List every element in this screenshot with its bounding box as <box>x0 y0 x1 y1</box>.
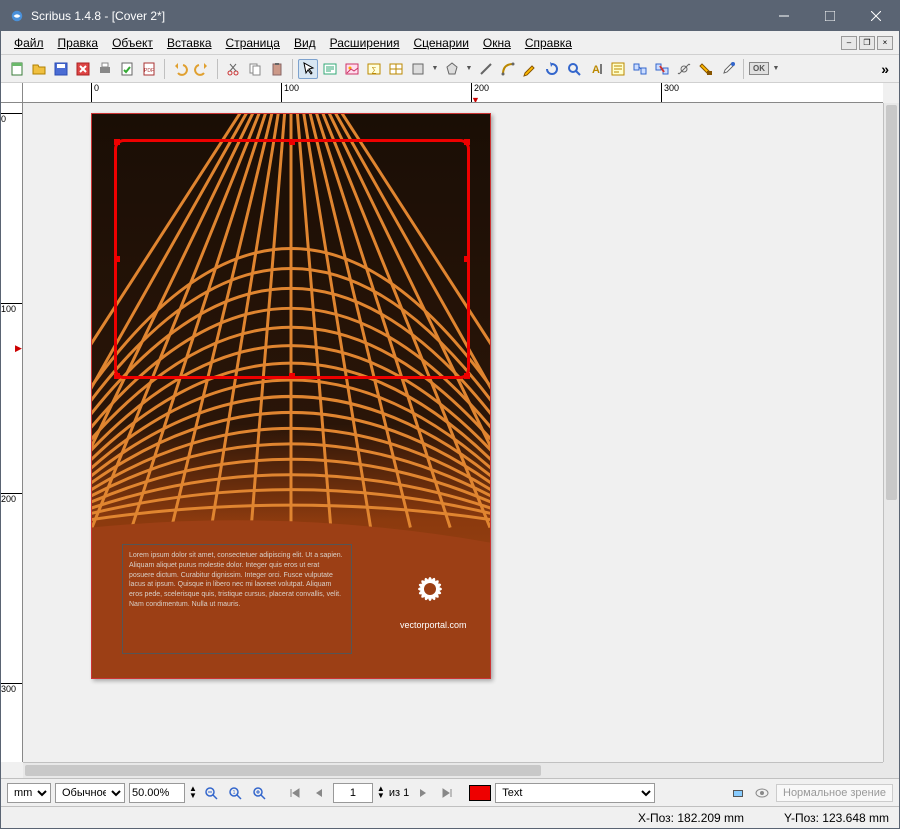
scrollbar-horizontal[interactable] <box>23 762 883 778</box>
titlebar: Scribus 1.4.8 - [Cover 2*] <box>1 1 899 31</box>
statusbar-coords: X-Поз: 182.209 mm Y-Поз: 123.648 mm <box>1 806 899 828</box>
print-button[interactable] <box>95 59 115 79</box>
svg-text:1: 1 <box>233 790 236 796</box>
mdi-close-button[interactable]: × <box>877 36 893 50</box>
select-tool[interactable] <box>298 59 318 79</box>
story-editor-tool[interactable] <box>608 59 628 79</box>
layer-color-swatch[interactable] <box>469 785 491 801</box>
paste-button[interactable] <box>267 59 287 79</box>
shape-tool[interactable] <box>408 59 428 79</box>
menu-view[interactable]: Вид <box>287 34 323 52</box>
page-input[interactable] <box>333 783 373 803</box>
quality-select[interactable]: Обычное <box>55 783 125 803</box>
zoom-in-button[interactable] <box>249 783 269 803</box>
ruler-horizontal[interactable]: 0 100 200 300 ▼ <box>23 83 883 103</box>
close-doc-button[interactable] <box>73 59 93 79</box>
menu-help[interactable]: Справка <box>518 34 579 52</box>
statusbar-controls: mm Обычное ▲▼ 1 ▲▼ из 1 Text Нормальное … <box>1 778 899 806</box>
cms-toggle-icon[interactable] <box>728 783 748 803</box>
layer-select[interactable]: Text <box>495 783 655 803</box>
vision-mode-select[interactable]: Нормальное зрение <box>776 784 893 802</box>
menu-edit[interactable]: Правка <box>51 34 106 52</box>
logo-text: vectorportal.com <box>400 620 467 630</box>
image-frame-tool[interactable] <box>342 59 362 79</box>
page-spinner[interactable]: ▲▼ <box>377 786 385 799</box>
menubar: Файл Правка Объект Вставка Страница Вид … <box>1 31 899 55</box>
logo: vectorportal.com <box>400 564 460 630</box>
shape-dropdown[interactable]: ▼ <box>430 65 440 72</box>
bezier-tool[interactable] <box>498 59 518 79</box>
open-button[interactable] <box>29 59 49 79</box>
ruler-origin[interactable] <box>1 83 23 103</box>
copy-props-tool[interactable] <box>696 59 716 79</box>
window-title: Scribus 1.4.8 - [Cover 2*] <box>31 9 761 23</box>
preview-toggle-icon[interactable] <box>752 783 772 803</box>
canvas[interactable]: Lorem ipsum dolor sit amet, consectetuer… <box>23 103 883 762</box>
mdi-minimize-button[interactable]: – <box>841 36 857 50</box>
edit-text-tool[interactable]: A <box>586 59 606 79</box>
pdf-tools-dropdown[interactable]: ▼ <box>771 65 781 72</box>
measure-tool[interactable] <box>674 59 694 79</box>
menu-page[interactable]: Страница <box>219 34 287 52</box>
pdf-tools-button[interactable]: OK <box>749 59 769 79</box>
maximize-button[interactable] <box>807 1 853 31</box>
page-total-label: из 1 <box>389 787 409 799</box>
render-frame-tool[interactable]: ∑ <box>364 59 384 79</box>
flower-icon <box>405 564 455 614</box>
menu-scripts[interactable]: Сценарии <box>406 34 475 52</box>
new-button[interactable] <box>7 59 27 79</box>
app-icon <box>9 8 25 24</box>
toolbar-overflow[interactable]: » <box>877 61 893 77</box>
menu-insert[interactable]: Вставка <box>160 34 219 52</box>
svg-text:PDF: PDF <box>144 68 154 74</box>
undo-button[interactable] <box>170 59 190 79</box>
svg-text:∑: ∑ <box>372 67 377 74</box>
last-page-button[interactable] <box>437 783 457 803</box>
mdi-restore-button[interactable]: ❐ <box>859 36 875 50</box>
svg-text:A: A <box>592 64 600 76</box>
menu-file[interactable]: Файл <box>7 34 51 52</box>
x-pos-readout: X-Поз: 182.209 mm <box>638 811 744 825</box>
menu-windows[interactable]: Окна <box>476 34 518 52</box>
close-button[interactable] <box>853 1 899 31</box>
first-page-button[interactable] <box>285 783 305 803</box>
rotate-tool[interactable] <box>542 59 562 79</box>
table-tool[interactable] <box>386 59 406 79</box>
scroll-corner <box>883 762 899 778</box>
y-pos-readout: Y-Поз: 123.648 mm <box>784 811 889 825</box>
polygon-tool[interactable] <box>442 59 462 79</box>
zoom-100-button[interactable]: 1 <box>225 783 245 803</box>
preflight-button[interactable] <box>117 59 137 79</box>
next-page-button[interactable] <box>413 783 433 803</box>
menu-object[interactable]: Объект <box>105 34 160 52</box>
link-text-tool[interactable] <box>630 59 650 79</box>
minimize-button[interactable] <box>761 1 807 31</box>
pdf-button[interactable]: PDF <box>139 59 159 79</box>
toolbar: PDF ∑ ▼ ▼ A OK ▼ » <box>1 55 899 83</box>
ruler-vertical[interactable]: 0 100 200 300 ▶ <box>1 103 23 762</box>
redo-button[interactable] <box>192 59 212 79</box>
eyedropper-tool[interactable] <box>718 59 738 79</box>
page[interactable]: Lorem ipsum dolor sit amet, consectetuer… <box>91 113 491 679</box>
copy-button[interactable] <box>245 59 265 79</box>
zoom-spinner[interactable]: ▲▼ <box>189 786 197 799</box>
unlink-text-tool[interactable] <box>652 59 672 79</box>
text-frame-tool[interactable] <box>320 59 340 79</box>
text-frame-lorem[interactable]: Lorem ipsum dolor sit amet, consectetuer… <box>122 544 352 654</box>
scrollbar-vertical[interactable] <box>883 103 899 762</box>
selection-frame[interactable] <box>114 139 470 379</box>
unit-select[interactable]: mm <box>7 783 51 803</box>
polygon-dropdown[interactable]: ▼ <box>464 65 474 72</box>
zoom-tool[interactable] <box>564 59 584 79</box>
freehand-tool[interactable] <box>520 59 540 79</box>
cut-button[interactable] <box>223 59 243 79</box>
menu-extensions[interactable]: Расширения <box>323 34 407 52</box>
workspace: 0 100 200 300 ▼ 0 100 200 300 ▶ <box>1 83 899 778</box>
save-button[interactable] <box>51 59 71 79</box>
line-tool[interactable] <box>476 59 496 79</box>
zoom-out-button[interactable] <box>201 783 221 803</box>
zoom-input[interactable] <box>129 783 185 803</box>
prev-page-button[interactable] <box>309 783 329 803</box>
